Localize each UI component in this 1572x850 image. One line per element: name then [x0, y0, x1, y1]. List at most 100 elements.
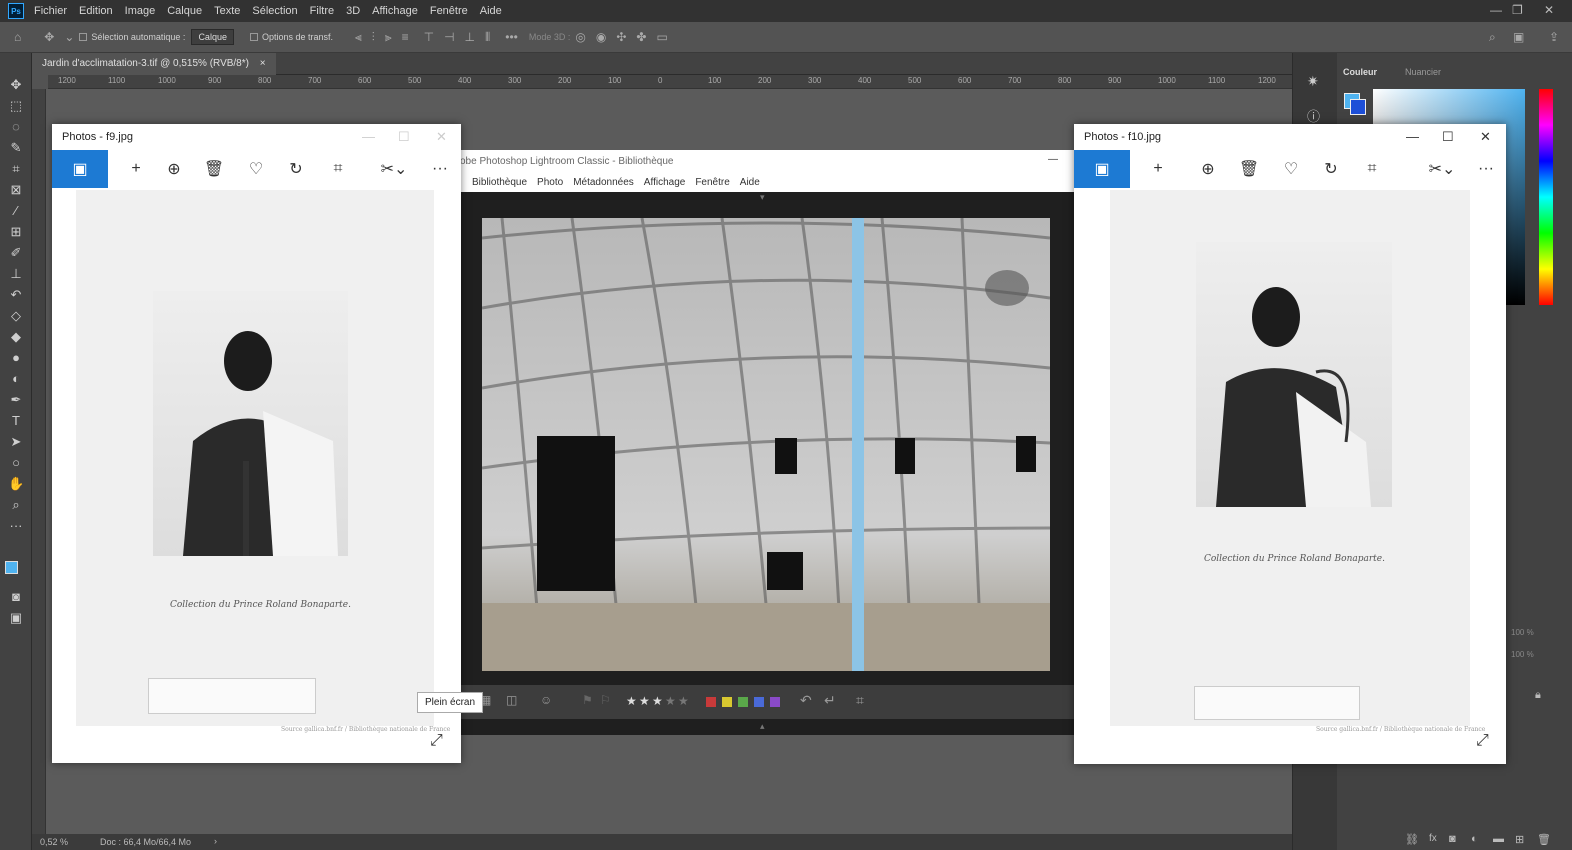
restore-icon[interactable]: ❐	[1512, 3, 1523, 17]
color-label-swatch[interactable]	[754, 697, 764, 707]
rating-star-icon[interactable]: ★	[678, 694, 689, 708]
opacity-value[interactable]: 100 %	[1511, 628, 1534, 637]
share-icon[interactable]: ⇪	[1549, 30, 1559, 44]
workspace-icon[interactable]: ▣	[1513, 30, 1524, 44]
photo-f9[interactable]: Collection du Prince Roland Bonaparte. S…	[76, 190, 450, 733]
close-icon[interactable]: ✕	[1480, 129, 1491, 145]
slide-3d-icon[interactable]: ✤	[636, 30, 646, 44]
crop-tool-icon[interactable]: ⌗	[8, 161, 24, 177]
history-brush-icon[interactable]: ↶	[8, 287, 24, 303]
reject-flag-icon[interactable]: ⚐	[600, 693, 611, 707]
hue-slider[interactable]	[1539, 89, 1553, 305]
rating-star-icon[interactable]: ★	[652, 694, 663, 708]
menu-texte[interactable]: Texte	[214, 5, 240, 17]
fx-icon[interactable]: fx	[1429, 833, 1437, 844]
rotate-right-icon[interactable]: ↵	[824, 692, 836, 709]
frame-tool-icon[interactable]: ⊠	[8, 182, 24, 198]
lightroom-photo[interactable]	[482, 218, 1050, 671]
menu-affichage[interactable]: Affichage	[372, 5, 418, 17]
menu-fichier[interactable]: Fichier	[34, 5, 67, 17]
marquee-tool-icon[interactable]: ⬚	[8, 98, 24, 114]
more-tools-icon[interactable]: ···	[8, 518, 24, 534]
align-center-icon[interactable]: ⫶	[372, 30, 375, 45]
zoom-tool-icon[interactable]: ⌕	[8, 497, 24, 513]
search-icon[interactable]: ⌕	[1489, 30, 1496, 45]
trash-icon[interactable]: 🗑︎	[194, 150, 234, 188]
rotate-icon[interactable]: ↻	[1311, 150, 1351, 188]
add-icon[interactable]: +	[116, 150, 156, 188]
close-icon[interactable]: ✕	[436, 129, 447, 145]
eyedropper-tool-icon[interactable]: ⁄	[8, 203, 24, 219]
roll-3d-icon[interactable]: ◉	[596, 30, 606, 44]
lasso-tool-icon[interactable]: ◌	[8, 119, 24, 135]
lr-menu-photo[interactable]: Photo	[537, 177, 563, 189]
mask-icon[interactable]: ◙	[1449, 833, 1456, 845]
pen-tool-icon[interactable]: ✒	[8, 392, 24, 408]
adjust-panel-icon[interactable]: ✷	[1307, 73, 1319, 90]
distribute-icon[interactable]: ≡	[402, 30, 409, 44]
pan-3d-icon[interactable]: ✣	[616, 30, 626, 44]
document-tab[interactable]: Jardin d'acclimatation-3.tif @ 0,515% (R…	[32, 53, 276, 75]
menu-edition[interactable]: Edition	[79, 5, 113, 17]
crop-icon[interactable]: ⌗	[1352, 150, 1392, 188]
adjustment-layer-icon[interactable]: ◐	[1471, 833, 1478, 845]
menu-3d[interactable]: 3D	[346, 5, 360, 17]
chevron-right-icon[interactable]: ›	[214, 836, 217, 846]
lr-menu-metadonnees[interactable]: Métadonnées	[573, 177, 634, 189]
layer-select[interactable]: Calque	[191, 29, 234, 45]
move-tool-icon[interactable]: ✥	[44, 30, 54, 44]
heart-icon[interactable]: ♡	[236, 150, 276, 188]
zoom-in-icon[interactable]: ⊕	[1188, 150, 1228, 188]
chevron-down-icon[interactable]: ⌄	[64, 30, 74, 44]
menu-selection[interactable]: Sélection	[252, 5, 297, 17]
tab-swatches[interactable]: Nuancier	[1405, 67, 1441, 77]
color-label-swatch[interactable]	[738, 697, 748, 707]
lr-menu-affichage[interactable]: Affichage	[644, 177, 686, 189]
add-icon[interactable]: +	[1138, 150, 1178, 188]
minimize-icon[interactable]: —	[1048, 154, 1058, 165]
rotate-icon[interactable]: ↻	[276, 150, 316, 188]
zoom-level[interactable]: 0,52 %	[40, 837, 68, 847]
screen-mode-icon[interactable]: ▣	[8, 610, 24, 626]
color-label-swatch[interactable]	[770, 697, 780, 707]
new-layer-icon[interactable]: ⊞	[1515, 833, 1524, 846]
home-icon[interactable]: ⌂	[14, 30, 21, 44]
stamp-tool-icon[interactable]: ⊥	[8, 266, 24, 282]
crop-icon[interactable]: ⌗	[318, 150, 358, 188]
photo-f10[interactable]: Collection du Prince Roland Bonaparte. S…	[1110, 190, 1485, 733]
trash-icon[interactable]: 🗑︎	[1229, 150, 1269, 188]
align-left-icon[interactable]: ⫷	[355, 30, 362, 45]
minimize-icon[interactable]: —	[1490, 3, 1502, 17]
auto-select-checkbox[interactable]	[79, 33, 88, 41]
healing-tool-icon[interactable]: ⊞	[8, 224, 24, 240]
align-right-icon[interactable]: ⫸	[385, 30, 392, 45]
quick-select-tool-icon[interactable]: ✎	[8, 140, 24, 156]
more-icon[interactable]: ···	[420, 150, 460, 188]
quick-mask-icon[interactable]: ◙	[8, 589, 24, 605]
foreground-color-swatch[interactable]	[5, 561, 18, 574]
path-select-icon[interactable]: ➤	[8, 434, 24, 450]
flag-icon[interactable]: ⚑	[582, 693, 593, 707]
group-folder-icon[interactable]: ▬	[1493, 833, 1504, 845]
minimize-icon[interactable]: —	[1406, 129, 1419, 144]
lr-menu-aide[interactable]: Aide	[740, 177, 760, 189]
maximize-icon[interactable]: ☐	[398, 129, 410, 145]
close-tab-icon[interactable]: ×	[260, 58, 266, 69]
scale-3d-icon[interactable]: ▭	[656, 30, 667, 44]
align-middle-icon[interactable]: ⊣	[444, 30, 454, 44]
info-icon[interactable]: ⓘ	[1307, 106, 1320, 125]
lock-icon[interactable]: 🔒︎	[1535, 689, 1541, 702]
crop-overlay-icon[interactable]: ⌗	[856, 692, 864, 709]
rating-star-icon[interactable]: ★	[626, 694, 637, 708]
type-tool-icon[interactable]: T	[8, 413, 24, 429]
align-top-icon[interactable]: ⊤	[424, 30, 434, 44]
fill-value[interactable]: 100 %	[1511, 650, 1534, 659]
menu-fenetre[interactable]: Fenêtre	[430, 5, 468, 17]
dodge-tool-icon[interactable]: ◐	[8, 371, 24, 387]
hand-tool-icon[interactable]: ✋	[8, 476, 24, 492]
background-color-swatch[interactable]	[1350, 99, 1366, 115]
top-panel-toggle-icon[interactable]: ▾	[760, 192, 765, 203]
edit-dropdown-icon[interactable]: ✂︎⌄	[1422, 150, 1462, 188]
align-bottom-icon[interactable]: ⊥	[465, 30, 475, 44]
edit-dropdown-icon[interactable]: ✂︎⌄	[374, 150, 414, 188]
